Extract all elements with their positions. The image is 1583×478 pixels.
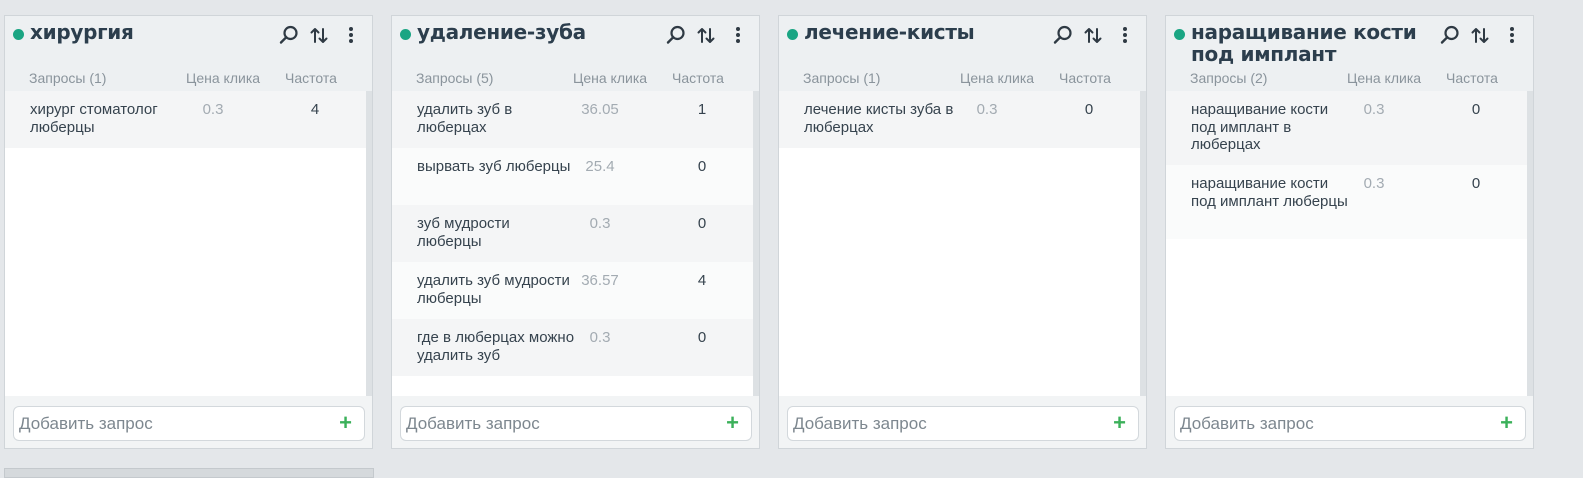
price-column-header[interactable]: Цена клика [186,70,260,86]
frequency: 0 [697,329,707,346]
query-text: наращивание кости под имплант в люберцах [1191,101,1329,153]
add-query-placeholder: Добавить запрос [406,414,540,433]
click-price: 0.3 [976,101,998,118]
scrollbar[interactable] [1140,91,1146,396]
queries-column-header[interactable]: Запросы (2) [1190,70,1267,86]
search-icon[interactable] [1439,24,1461,46]
frequency: 0 [1471,101,1481,118]
query-text: удалить зуб в люберцах [417,101,513,136]
table-row[interactable]: наращивание кости под имплант люберцы 0.… [1166,165,1529,239]
queries-column-header[interactable]: Запросы (1) [29,70,106,86]
query-list: лечение кисты зуба в люберцах 0.3 0 [779,91,1142,396]
group-column-cyst-treatment: лечение-кисты Запросы (1) Цена клика Час… [778,15,1147,449]
add-query-input[interactable]: Добавить запрос + [13,406,365,441]
query-text: вырвать зуб люберцы [417,158,571,175]
click-price: 36.57 [581,272,619,289]
table-row[interactable]: удалить зуб мудрости люберцы 36.57 4 [392,262,755,319]
query-text: зуб мудрости люберцы [417,215,510,250]
plus-icon[interactable]: + [1113,412,1126,434]
query-text: хирург стоматолог люберцы [30,101,158,136]
frequency: 0 [697,158,707,175]
table-row[interactable]: где в люберцах можно удалить зуб 0.3 0 [392,319,755,376]
keyword-board: хирургия Запросы (1) Цена клика Частота … [0,0,1583,478]
table-row[interactable]: хирург стоматолог люберцы 0.3 4 [5,91,368,148]
query-text: лечение кисты зуба в люберцах [804,101,954,136]
more-vertical-icon[interactable] [727,24,749,46]
query-list: хирург стоматолог люберцы 0.3 4 [5,91,368,396]
table-row[interactable]: удалить зуб в люберцах 36.05 1 [392,91,755,148]
frequency-column-header[interactable]: Частота [672,70,724,86]
status-dot [787,29,798,40]
queries-column-header[interactable]: Запросы (1) [803,70,880,86]
add-query-placeholder: Добавить запрос [793,414,927,433]
horizontal-scrollbar[interactable] [4,468,374,478]
search-icon[interactable] [665,24,687,46]
frequency: 4 [697,272,707,289]
click-price: 0.3 [1363,101,1385,118]
scrollbar[interactable] [1527,91,1533,396]
table-row[interactable]: лечение кисты зуба в люберцах 0.3 0 [779,91,1142,148]
group-column-tooth-removal: удаление-зуба Запросы (5) Цена клика Час… [391,15,760,449]
more-vertical-icon[interactable] [1114,24,1136,46]
sort-icon[interactable] [1082,24,1104,46]
queries-column-header[interactable]: Запросы (5) [416,70,493,86]
frequency: 1 [697,101,707,118]
click-price: 36.05 [581,101,619,118]
group-column-bone-augmentation: наращивание кости под имплант Запросы (2… [1165,15,1534,449]
add-query-input[interactable]: Добавить запрос + [1174,406,1526,441]
plus-icon[interactable]: + [339,412,352,434]
plus-icon[interactable]: + [1500,412,1513,434]
column-title[interactable]: удаление-зуба [417,21,667,43]
column-title[interactable]: наращивание кости под имплант [1191,21,1441,65]
frequency: 0 [1084,101,1094,118]
sort-icon[interactable] [1469,24,1491,46]
search-icon[interactable] [278,24,300,46]
frequency-column-header[interactable]: Частота [285,70,337,86]
click-price: 25.4 [585,158,615,175]
status-dot [1174,29,1185,40]
add-query-input[interactable]: Добавить запрос + [400,406,752,441]
scrollbar[interactable] [753,91,759,396]
query-text: наращивание кости под имплант люберцы [1191,175,1348,210]
frequency-column-header[interactable]: Частота [1059,70,1111,86]
sort-icon[interactable] [308,24,330,46]
frequency: 0 [1471,175,1481,192]
plus-icon[interactable]: + [726,412,739,434]
search-icon[interactable] [1052,24,1074,46]
scrollbar[interactable] [366,91,372,396]
click-price: 0.3 [589,215,611,232]
frequency-column-header[interactable]: Частота [1446,70,1498,86]
frequency: 0 [697,215,707,232]
frequency: 4 [310,101,320,118]
table-row[interactable]: зуб мудрости люберцы 0.3 0 [392,205,755,262]
click-price: 0.3 [1363,175,1385,192]
column-title[interactable]: лечение-кисты [804,21,1054,43]
click-price: 0.3 [589,329,611,346]
query-text: удалить зуб мудрости люберцы [417,272,570,307]
more-vertical-icon[interactable] [340,24,362,46]
table-row[interactable]: наращивание кости под имплант в люберцах… [1166,91,1529,165]
column-title[interactable]: хирургия [30,21,280,43]
query-list: удалить зуб в люберцах 36.05 1 вырвать з… [392,91,755,396]
click-price: 0.3 [202,101,224,118]
add-query-input[interactable]: Добавить запрос + [787,406,1139,441]
query-list: наращивание кости под имплант в люберцах… [1166,91,1529,396]
price-column-header[interactable]: Цена клика [573,70,647,86]
add-query-placeholder: Добавить запрос [19,414,153,433]
table-row[interactable]: вырвать зуб люберцы 25.4 0 [392,148,755,205]
status-dot [13,29,24,40]
price-column-header[interactable]: Цена клика [960,70,1034,86]
query-text: где в люберцах можно удалить зуб [417,329,575,364]
status-dot [400,29,411,40]
add-query-placeholder: Добавить запрос [1180,414,1314,433]
group-column-surgery: хирургия Запросы (1) Цена клика Частота … [4,15,373,449]
more-vertical-icon[interactable] [1501,24,1523,46]
sort-icon[interactable] [695,24,717,46]
price-column-header[interactable]: Цена клика [1347,70,1421,86]
